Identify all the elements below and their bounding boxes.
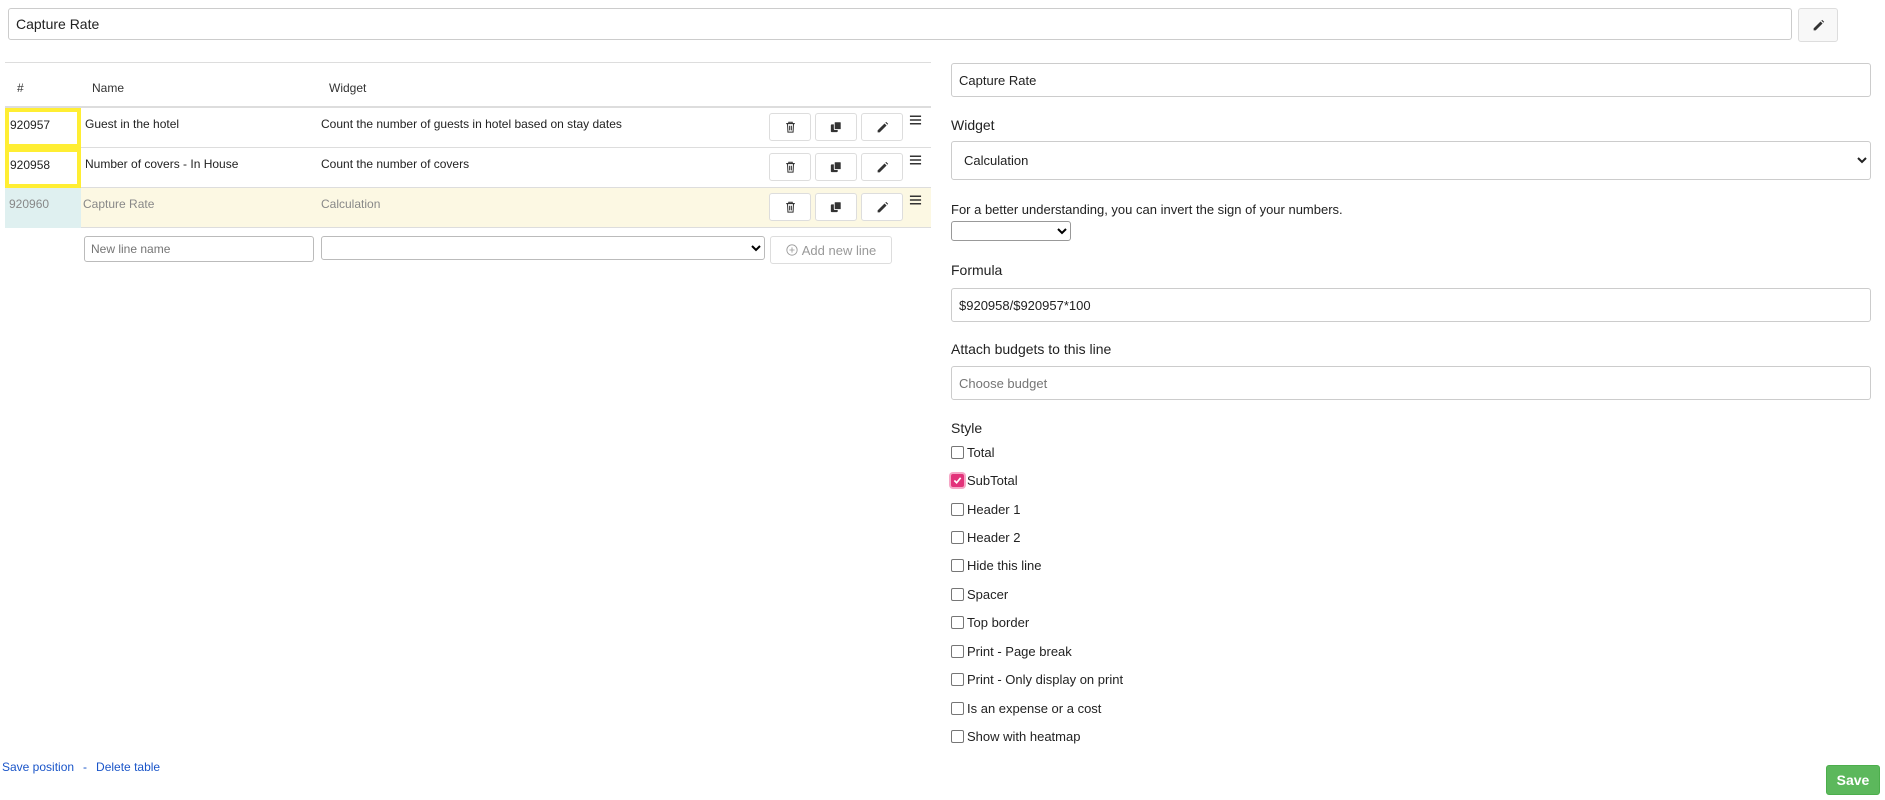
line-id: 920960 xyxy=(5,188,81,228)
style-option-hide-line[interactable]: Hide this line xyxy=(951,558,1041,573)
style-option-total[interactable]: Total xyxy=(951,445,994,460)
table-row-selected[interactable]: 920960 Capture Rate Calculation xyxy=(5,188,931,228)
pencil-icon xyxy=(1813,19,1824,30)
row-actions xyxy=(769,113,903,141)
drag-handle-icon[interactable] xyxy=(909,194,922,206)
duplicate-line-button[interactable] xyxy=(815,193,857,221)
add-new-line-label: Add new line xyxy=(801,242,877,258)
copy-icon xyxy=(830,201,842,213)
style-option-label: Top border xyxy=(967,615,1030,630)
edit-line-button[interactable] xyxy=(861,153,903,181)
style-option-print-only[interactable]: Print - Only display on print xyxy=(951,672,1123,687)
checkbox[interactable] xyxy=(951,503,964,516)
line-id: 920958 xyxy=(5,148,81,188)
invert-sign-hint: For a better understanding, you can inve… xyxy=(951,202,1343,217)
trash-icon xyxy=(785,121,795,133)
checkbox-checked[interactable] xyxy=(951,474,964,487)
widget-select[interactable]: Calculation xyxy=(951,141,1871,180)
pencil-icon xyxy=(877,161,888,172)
style-option-header-1[interactable]: Header 1 xyxy=(951,502,1020,517)
style-option-label: Hide this line xyxy=(967,558,1042,573)
style-option-top-border[interactable]: Top border xyxy=(951,615,1029,630)
checkbox[interactable] xyxy=(951,616,964,629)
pencil-icon xyxy=(877,121,888,132)
checkbox[interactable] xyxy=(951,702,964,715)
widget-label: Widget xyxy=(951,117,995,133)
style-option-spacer[interactable]: Spacer xyxy=(951,587,1008,602)
style-option-label: Show with heatmap xyxy=(967,729,1081,744)
style-option-label: Is an expense or a cost xyxy=(967,701,1102,716)
pencil-icon xyxy=(877,201,888,212)
checkbox[interactable] xyxy=(951,588,964,601)
drag-handle-icon[interactable] xyxy=(909,154,922,166)
line-name-input[interactable] xyxy=(951,63,1871,97)
line-name: Guest in the hotel xyxy=(85,117,180,131)
trash-icon xyxy=(785,161,795,173)
header-name: Name xyxy=(92,81,125,95)
add-new-line-button[interactable]: Add new line xyxy=(770,236,892,264)
style-option-subtotal[interactable]: SubTotal xyxy=(951,473,1018,488)
duplicate-line-button[interactable] xyxy=(815,153,857,181)
edit-line-button[interactable] xyxy=(861,193,903,221)
new-line-row: Add new line xyxy=(5,228,931,268)
table-row[interactable]: 920957 Guest in the hotel Count the numb… xyxy=(5,108,931,148)
line-name: Capture Rate xyxy=(83,197,155,211)
style-option-heatmap[interactable]: Show with heatmap xyxy=(951,729,1080,744)
style-option-label: Print - Page break xyxy=(967,644,1072,659)
style-option-expense[interactable]: Is an expense or a cost xyxy=(951,701,1101,716)
copy-icon xyxy=(830,161,842,173)
checkbox[interactable] xyxy=(951,531,964,544)
delete-line-button[interactable] xyxy=(769,193,811,221)
table-row[interactable]: 920958 Number of covers - In House Count… xyxy=(5,148,931,188)
new-line-widget-select[interactable] xyxy=(321,236,765,260)
save-button[interactable]: Save xyxy=(1826,765,1880,795)
checkbox[interactable] xyxy=(951,446,964,459)
edit-title-button[interactable] xyxy=(1798,8,1838,42)
formula-input[interactable] xyxy=(951,288,1871,322)
invert-sign-select[interactable] xyxy=(951,221,1071,241)
trash-icon xyxy=(785,201,795,213)
checkbox[interactable] xyxy=(951,730,964,743)
report-title-input[interactable] xyxy=(8,8,1792,40)
drag-handle-icon[interactable] xyxy=(909,114,922,126)
new-line-name-input[interactable] xyxy=(84,236,314,262)
line-name: Number of covers - In House xyxy=(85,157,239,171)
lines-table: # Name Widget 920957 Guest in the hotel … xyxy=(5,62,931,268)
style-option-label: SubTotal xyxy=(967,473,1018,488)
check-icon xyxy=(953,477,962,484)
row-actions xyxy=(769,193,903,221)
line-id: 920957 xyxy=(5,108,81,148)
budget-select-input[interactable] xyxy=(951,366,1871,400)
style-option-label: Print - Only display on print xyxy=(967,672,1124,687)
plus-circle-icon xyxy=(786,244,798,256)
save-position-link[interactable]: Save position xyxy=(2,760,74,774)
style-option-label: Total xyxy=(967,445,995,460)
checkbox[interactable] xyxy=(951,673,964,686)
delete-line-button[interactable] xyxy=(769,153,811,181)
duplicate-line-button[interactable] xyxy=(815,113,857,141)
footer-links: Save position - Delete table xyxy=(2,760,160,774)
style-option-label: Header 1 xyxy=(967,502,1021,517)
line-widget: Calculation xyxy=(321,197,381,211)
checkbox[interactable] xyxy=(951,559,964,572)
line-widget: Count the number of covers xyxy=(321,157,470,171)
header-id: # xyxy=(17,81,24,95)
edit-line-button[interactable] xyxy=(861,113,903,141)
copy-icon xyxy=(830,121,842,133)
style-option-header-2[interactable]: Header 2 xyxy=(951,530,1020,545)
delete-line-button[interactable] xyxy=(769,113,811,141)
style-option-print-page-break[interactable]: Print - Page break xyxy=(951,644,1072,659)
line-widget: Count the number of guests in hotel base… xyxy=(321,117,622,131)
style-option-label: Header 2 xyxy=(967,530,1021,545)
delete-table-link[interactable]: Delete table xyxy=(96,760,160,774)
row-actions xyxy=(769,153,903,181)
style-label: Style xyxy=(951,420,983,436)
footer-separator: - xyxy=(83,760,88,774)
style-option-label: Spacer xyxy=(967,587,1009,602)
checkbox[interactable] xyxy=(951,645,964,658)
budgets-label: Attach budgets to this line xyxy=(951,341,1112,357)
formula-label: Formula xyxy=(951,262,1003,278)
header-widget: Widget xyxy=(329,81,367,95)
table-header: # Name Widget xyxy=(5,62,931,108)
